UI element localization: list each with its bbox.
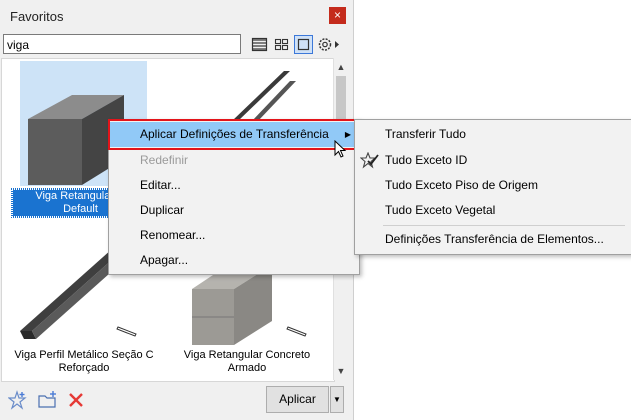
menu-item-duplicar[interactable]: Duplicar xyxy=(109,198,359,223)
menu-separator xyxy=(383,225,625,226)
menu-item-label: Tudo Exceto ID xyxy=(385,153,468,167)
settings-gear-icon[interactable] xyxy=(316,35,342,54)
thumbnail-view-icon[interactable] xyxy=(294,35,313,54)
new-folder-icon[interactable] xyxy=(37,390,59,410)
menu-item-redefinir[interactable]: Redefinir xyxy=(109,148,359,173)
list-view-icon[interactable] xyxy=(250,35,269,54)
checked-star-icon xyxy=(360,152,379,169)
mouse-cursor-icon xyxy=(334,140,347,158)
menu-item-label: Editar... xyxy=(140,178,181,192)
menu-item-label: Renomear... xyxy=(140,228,206,242)
submenu-item-tudo-exceto-piso[interactable]: Tudo Exceto Piso de Origem xyxy=(355,173,631,198)
scroll-up-icon[interactable]: ▲ xyxy=(334,60,348,74)
title-bar: Favoritos × xyxy=(0,0,353,30)
menu-item-label: Definições Transferência de Elementos... xyxy=(385,232,604,246)
menu-item-editar[interactable]: Editar... xyxy=(109,173,359,198)
menu-item-label: Tudo Exceto Piso de Origem xyxy=(385,178,538,192)
menu-item-label: Tudo Exceto Vegetal xyxy=(385,203,496,217)
item-label-line1: Viga Perfil Metálico Seção C xyxy=(14,349,154,361)
bottom-toolbar: Aplicar ▼ xyxy=(0,382,353,420)
close-button[interactable]: × xyxy=(329,7,346,24)
menu-item-label: Transferir Tudo xyxy=(385,127,466,141)
item-label-line2: Reforçado xyxy=(58,362,110,374)
menu-item-renomear[interactable]: Renomear... xyxy=(109,223,359,248)
item-label[interactable]: Viga Perfil Metálico Seção C Reforçado xyxy=(4,349,164,375)
menu-item-label: Redefinir xyxy=(140,153,189,167)
item-label-line2: Armado xyxy=(227,362,267,374)
submenu-item-tudo-exceto-id[interactable]: Tudo Exceto ID xyxy=(355,148,631,173)
submenu-item-transferir-tudo[interactable]: Transferir Tudo xyxy=(355,122,631,147)
search-input[interactable]: viga xyxy=(3,34,241,54)
grid-view-icon[interactable] xyxy=(272,35,291,54)
dimension-marker-icon xyxy=(116,326,137,337)
scroll-down-icon[interactable]: ▼ xyxy=(334,364,348,378)
menu-item-apagar[interactable]: Apagar... xyxy=(109,248,359,273)
item-label[interactable]: Viga Retangular Concreto Armado xyxy=(172,349,322,375)
dimension-marker-icon xyxy=(286,326,307,337)
apply-button[interactable]: Aplicar xyxy=(266,386,329,413)
add-favorite-star-icon[interactable] xyxy=(8,390,28,410)
panel-title: Favoritos xyxy=(10,9,64,24)
delete-x-icon[interactable] xyxy=(68,392,84,408)
menu-item-label: Apagar... xyxy=(140,253,189,267)
item-label-line1: Viga Retangular Concreto xyxy=(183,349,311,361)
submenu-item-tudo-exceto-vegetal[interactable]: Tudo Exceto Vegetal xyxy=(355,198,631,223)
transfer-submenu: Transferir Tudo Tudo Exceto ID Tudo Exce… xyxy=(354,119,631,255)
submenu-item-definicoes-transferencia[interactable]: Definições Transferência de Elementos... xyxy=(355,227,631,252)
callout-highlight-box xyxy=(108,119,357,150)
apply-dropdown-chevron-down-icon[interactable]: ▼ xyxy=(330,386,344,413)
menu-item-label: Duplicar xyxy=(140,203,185,217)
